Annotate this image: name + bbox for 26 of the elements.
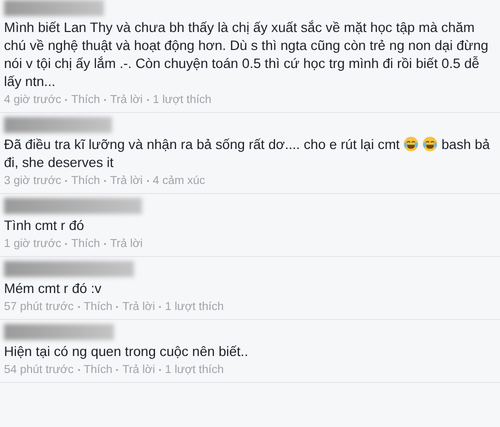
- reply-link[interactable]: Trả lời: [122, 364, 156, 376]
- like-link[interactable]: Thích: [71, 175, 100, 187]
- reaction-count[interactable]: 1 lượt thích: [152, 94, 212, 106]
- like-link[interactable]: Thích: [71, 94, 100, 106]
- reaction-count[interactable]: 1 lượt thích: [165, 364, 224, 376]
- reaction-count[interactable]: 4 cảm xúc: [152, 175, 206, 187]
- like-link[interactable]: Thích: [84, 301, 112, 313]
- reaction-count[interactable]: 1 lượt thích: [165, 301, 224, 313]
- comment-time: 1 giờ trước: [4, 238, 62, 250]
- laughing-emoji-icon: [422, 136, 438, 152]
- comment-text: Hiện tại có ng quen trong cuộc nên biết..: [4, 343, 250, 361]
- comment-time: 4 giờ trước: [4, 94, 62, 106]
- reply-link[interactable]: Trả lời: [110, 94, 143, 106]
- comment-text: Đã điều tra kĩ lưỡng và nhận ra bả sống rất dơ.... cho e rút lại cmt bash bả đi, she deserves it: [4, 136, 490, 172]
- comment-text: Mình biết Lan Thy và chưa bh thấy là chị ấy xuất sắc về mặt học tập mà chăm chú về nghệ thuật và hoạt động hơn. Dù s thì ngta cũng còn trẻ ng non dại đừng nói v tội chị ấy lắm .-. Còn chuyện toán 0.5 thì cứ học trg mình đi rồi biết 0.5 dễ lấy ntn...: [4, 19, 490, 91]
- laughing-emoji-icon: [403, 136, 420, 152]
- comment-text: Tình cmt r đó: [4, 217, 86, 235]
- comment-text: Mém cmt r đó :v: [4, 280, 102, 298]
- comment-time: 54 phút trước: [4, 364, 74, 376]
- comment-time: 3 giờ trước: [4, 175, 62, 187]
- reply-link[interactable]: Trả lời: [110, 238, 143, 250]
- like-link[interactable]: Thích: [84, 364, 112, 376]
- reply-link[interactable]: Trả lời: [110, 175, 143, 187]
- comment-time: 57 phút trước: [4, 301, 74, 313]
- like-link[interactable]: Thích: [71, 238, 100, 250]
- reply-link[interactable]: Trả lời: [122, 301, 156, 313]
